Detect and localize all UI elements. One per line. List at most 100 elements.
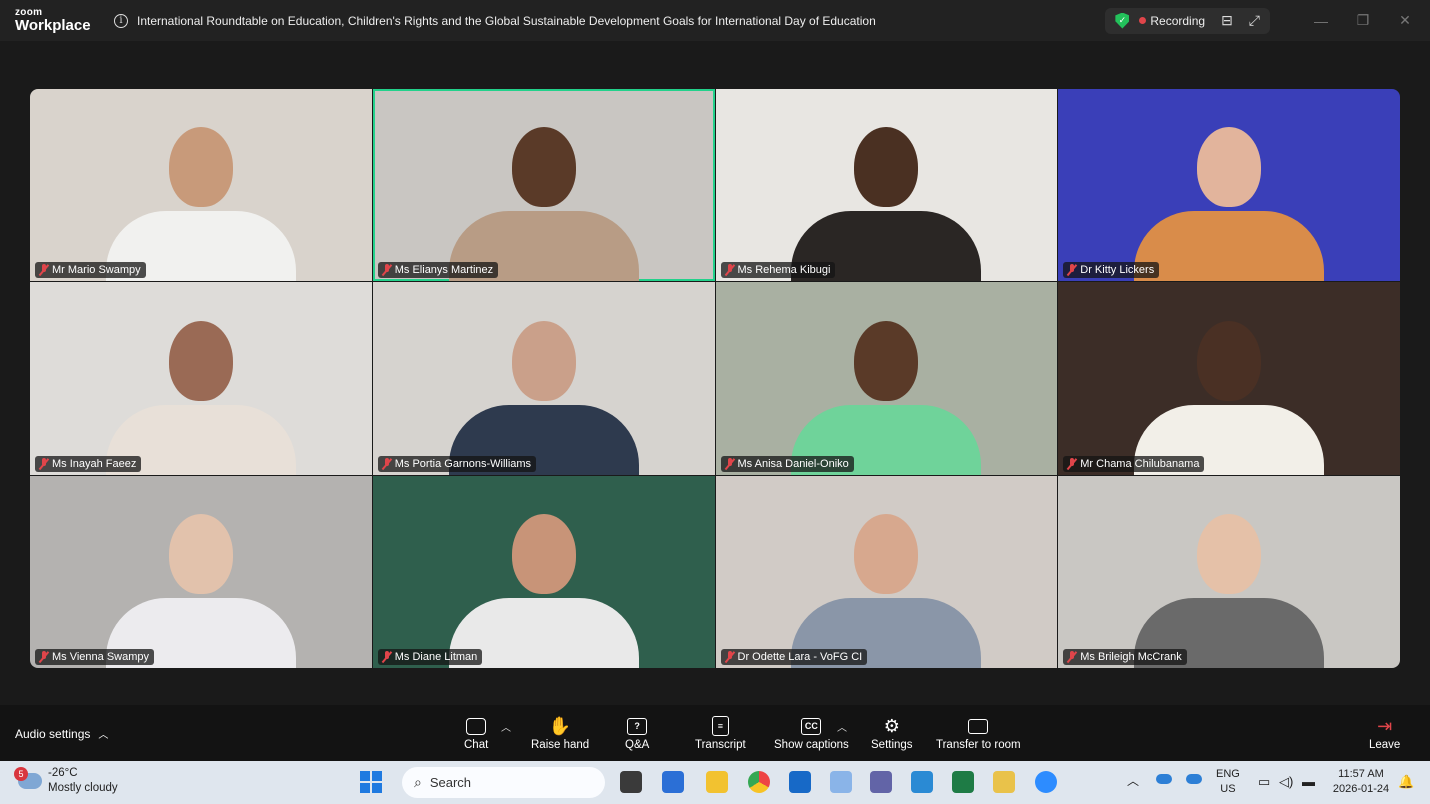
title-bar: zoom Workplace i International Roundtabl… <box>0 0 1430 41</box>
participant-nameplate: Ms Rehema Kibugi <box>720 262 836 279</box>
participant-video <box>448 127 639 282</box>
participant-video <box>448 513 639 668</box>
mic-muted-icon <box>382 264 392 276</box>
participant-head <box>1197 513 1262 594</box>
taskbar-search[interactable]: ⌕ Search <box>402 767 605 798</box>
notifications-icon[interactable]: 🔔 <box>1398 773 1414 791</box>
chat-options-chevron-icon[interactable]: ︿ <box>501 719 511 734</box>
encryption-shield-icon[interactable]: ✓ <box>1115 12 1130 29</box>
audio-settings-label: Audio settings <box>15 726 91 741</box>
onedrive-icon[interactable] <box>1156 774 1172 784</box>
minimize-icon[interactable]: — <box>1300 13 1342 29</box>
participant-head <box>1197 320 1262 401</box>
teams-icon[interactable] <box>870 771 892 793</box>
chrome-icon[interactable] <box>748 771 770 793</box>
notepad-icon[interactable] <box>993 771 1015 793</box>
language-top: ENG <box>1216 768 1240 780</box>
participant-tile[interactable]: Ms Vienna Swampy <box>30 475 372 668</box>
network-icon[interactable]: ▭ <box>1258 773 1270 791</box>
zoom-app-icon[interactable] <box>1035 771 1057 793</box>
photos-icon[interactable] <box>911 771 933 793</box>
file-explorer-icon[interactable] <box>706 771 728 793</box>
participant-tile[interactable]: Ms Anisa Daniel-Oniko <box>715 282 1058 475</box>
transfer-to-room-button[interactable]: Transfer to room <box>936 713 1021 751</box>
participant-head <box>511 127 576 208</box>
language-bottom: US <box>1220 782 1236 795</box>
snipping-tool-icon[interactable] <box>830 771 852 793</box>
transcript-icon: ≡ <box>711 713 729 739</box>
word-icon[interactable] <box>662 771 684 793</box>
chat-button[interactable]: Chat <box>464 713 488 751</box>
participant-tile[interactable]: Ms Diane Litman <box>372 475 715 668</box>
participant-name: Ms Vienna Swampy <box>52 650 150 663</box>
outlook-icon[interactable] <box>789 771 811 793</box>
weather-badge: 5 <box>14 766 28 781</box>
participant-head <box>168 513 233 594</box>
participant-nameplate: Ms Elianys Martinez <box>377 262 499 279</box>
participant-head <box>511 513 576 594</box>
battery-icon[interactable]: ▬ <box>1302 773 1315 791</box>
participant-head <box>1197 127 1262 208</box>
participant-video <box>105 127 296 282</box>
windows-start-icon[interactable] <box>360 771 382 793</box>
cast-icon <box>968 713 989 739</box>
gear-icon: ⚙ <box>883 715 900 736</box>
recording-label[interactable]: Recording <box>1150 14 1205 28</box>
mic-muted-icon <box>1067 650 1077 663</box>
participant-head <box>854 513 919 594</box>
participant-video <box>105 513 296 668</box>
participant-name: Ms Portia Garnons-Williams <box>394 457 532 470</box>
participant-nameplate: Ms Brileigh McCrank <box>1063 648 1187 665</box>
temperature: -26°C <box>48 767 78 779</box>
clock[interactable]: 11:57 AM 2026-01-24 <box>1330 767 1392 797</box>
video-gallery: Mr Mario Swampy Ms Elianys Martinez Ms Reh… <box>30 89 1400 668</box>
mic-muted-icon <box>725 457 735 470</box>
show-captions-label: Show captions <box>774 739 849 751</box>
language-indicator[interactable]: ENG US <box>1216 767 1240 797</box>
tray-overflow-chevron-icon[interactable]: ︿ <box>1127 773 1139 789</box>
excel-icon[interactable] <box>952 771 974 793</box>
participant-tile[interactable]: Ms Elianys Martinez <box>372 89 715 282</box>
transcript-label: Transcript <box>695 739 746 751</box>
gallery-view-icon[interactable]: ⊟ <box>1221 12 1233 29</box>
fullscreen-icon[interactable]: ⤢ <box>1249 12 1260 29</box>
participant-name: Ms Rehema Kibugi <box>737 264 831 277</box>
transcript-button[interactable]: ≡ Transcript <box>695 713 746 751</box>
mic-muted-icon <box>1067 457 1077 470</box>
brand-bottom: Workplace <box>15 17 91 34</box>
onedrive-business-icon[interactable] <box>1186 774 1202 784</box>
participant-tile[interactable]: Mr Mario Swampy <box>30 89 372 282</box>
settings-button[interactable]: ⚙ Settings <box>871 713 913 752</box>
participant-nameplate: Ms Portia Garnons-Williams <box>377 455 537 472</box>
qa-button[interactable]: ? Q&A <box>625 713 649 751</box>
close-icon[interactable]: ✕ <box>1384 12 1426 29</box>
participant-tile[interactable]: Ms Brileigh McCrank <box>1058 475 1400 668</box>
chat-label: Chat <box>464 739 489 751</box>
participant-nameplate: Ms Anisa Daniel-Oniko <box>720 455 854 472</box>
leave-button[interactable]: ⇥ Leave <box>1369 713 1400 752</box>
audio-settings-button[interactable]: Audio settings ︿ <box>15 726 108 742</box>
maximize-icon[interactable]: ❐ <box>1342 12 1384 29</box>
participant-name: Ms Inayah Faeez <box>52 457 137 470</box>
participant-tile[interactable]: Mr Chama Chilubanama <box>1058 282 1400 475</box>
participant-tile[interactable]: Dr Kitty Lickers <box>1058 89 1400 282</box>
os-taskbar: 5 -26°C Mostly cloudy ⌕ Search ︿ ENG US … <box>0 761 1430 804</box>
participant-tile[interactable]: Ms Inayah Faeez <box>30 282 372 475</box>
mic-muted-icon <box>39 457 49 470</box>
meeting-toolbar: Audio settings ︿ Chat ︿ ✋ Raise hand ? Q… <box>0 705 1430 761</box>
participant-nameplate: Mr Mario Swampy <box>35 262 146 279</box>
participant-video <box>791 513 982 668</box>
participant-head <box>168 320 233 401</box>
participant-tile[interactable]: Dr Odette Lara - VoFG CI <box>715 475 1058 668</box>
raise-hand-button[interactable]: ✋ Raise hand <box>531 713 589 752</box>
info-icon[interactable]: i <box>114 13 128 28</box>
weather-widget[interactable]: 5 -26°C Mostly cloudy <box>14 766 118 796</box>
recording-dot-icon <box>1139 17 1147 24</box>
mic-muted-icon <box>382 457 392 470</box>
volume-icon[interactable]: ◁) <box>1279 773 1293 791</box>
participant-tile[interactable]: Ms Rehema Kibugi <box>715 89 1058 282</box>
task-view-icon[interactable] <box>620 771 642 793</box>
captions-options-chevron-icon[interactable]: ︿ <box>837 719 847 734</box>
participant-body <box>1134 211 1325 282</box>
participant-tile[interactable]: Ms Portia Garnons-Williams <box>372 282 715 475</box>
